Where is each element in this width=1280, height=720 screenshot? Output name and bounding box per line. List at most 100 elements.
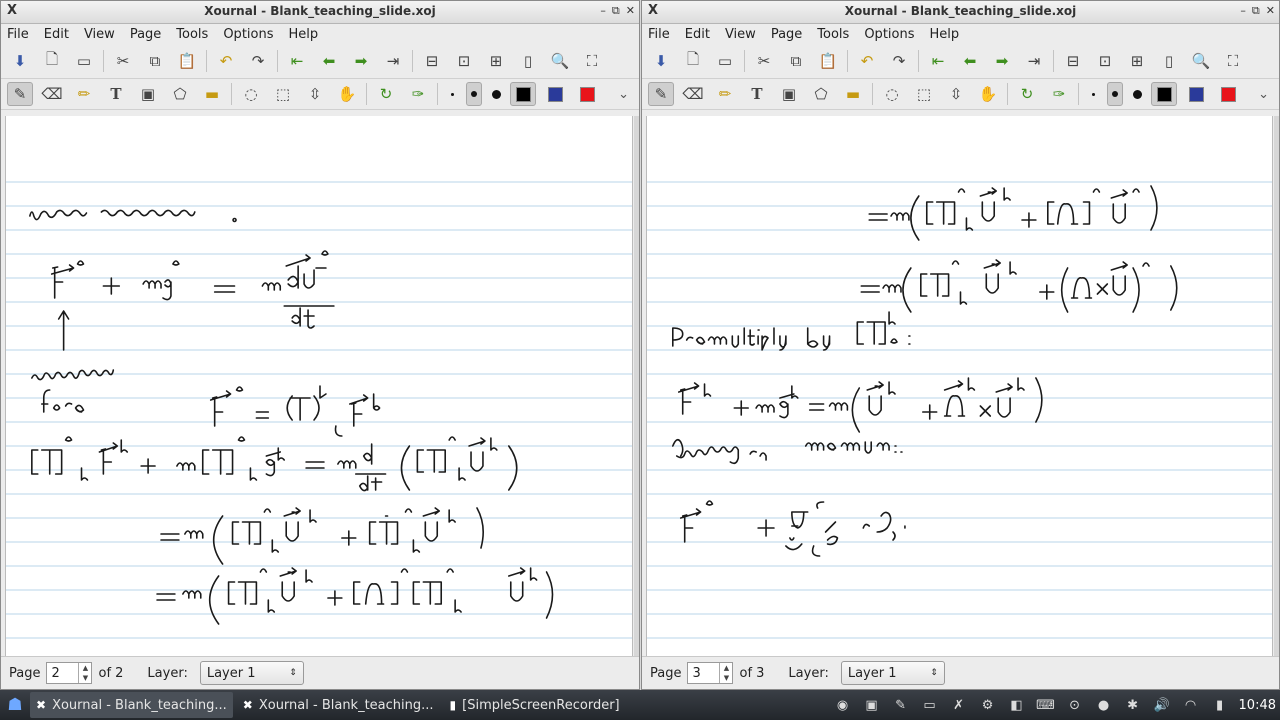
zoom-in-icon[interactable]: ⊞: [1124, 49, 1150, 73]
task-screen-recorder[interactable]: ▮ [SimpleScreenRecorder]: [444, 692, 626, 718]
undo-icon[interactable]: ↶: [854, 49, 880, 73]
page-number-field[interactable]: 2: [51, 666, 59, 681]
image-icon[interactable]: ▣: [135, 82, 161, 106]
medium-stroke-button[interactable]: [466, 82, 482, 106]
zoom-fit-icon[interactable]: ⊡: [1092, 49, 1118, 73]
ruler-icon[interactable]: ▬: [199, 82, 225, 106]
save-icon[interactable]: ⬇: [648, 49, 674, 73]
clipboard-icon[interactable]: ◧: [1007, 695, 1027, 715]
text-editor-icon[interactable]: ✎: [891, 695, 911, 715]
page-spinner[interactable]: 3 ▲ ▼: [687, 662, 734, 684]
last-page-icon[interactable]: ⇥: [380, 49, 406, 73]
chevron-down-icon[interactable]: ⌄: [1258, 87, 1269, 102]
zoom-fit-icon[interactable]: ⊡: [451, 49, 477, 73]
cut-icon[interactable]: ✂: [110, 49, 136, 73]
wifi-icon[interactable]: ◠: [1181, 695, 1201, 715]
fullscreen-icon[interactable]: ⛶: [579, 49, 605, 73]
undo-icon[interactable]: ↶: [213, 49, 239, 73]
previous-page-icon[interactable]: ⬅: [957, 49, 983, 73]
page-number-field[interactable]: 3: [692, 666, 700, 681]
layer-dropdown[interactable]: Layer 1 ⇕: [840, 661, 945, 685]
pen-icon[interactable]: ✎: [7, 82, 33, 106]
menu-options[interactable]: Options: [223, 27, 273, 42]
battery-icon[interactable]: ▮: [1210, 695, 1230, 715]
shape-recognizer-icon[interactable]: ⬠: [167, 82, 193, 106]
clock-applet-icon[interactable]: ⊙: [1065, 695, 1085, 715]
paste-icon[interactable]: 📋: [815, 49, 841, 73]
chevron-down-icon[interactable]: ⌄: [618, 87, 629, 102]
lasso-select-icon[interactable]: ◌: [879, 82, 905, 106]
first-page-icon[interactable]: ⇤: [284, 49, 310, 73]
chrome-icon[interactable]: ◉: [833, 695, 853, 715]
hand-tool-icon[interactable]: ✋: [334, 82, 360, 106]
open-folder-icon[interactable]: ▭: [71, 49, 97, 73]
color-black-button[interactable]: [1151, 82, 1177, 106]
zoom-out-icon[interactable]: ⊟: [1060, 49, 1086, 73]
settings-icon[interactable]: ⚙: [978, 695, 998, 715]
lasso-select-icon[interactable]: ◌: [238, 82, 264, 106]
thin-stroke-button[interactable]: [444, 82, 460, 106]
menu-options[interactable]: Options: [864, 27, 914, 42]
search-icon[interactable]: 🔍: [1188, 49, 1214, 73]
menu-file[interactable]: File: [7, 27, 29, 42]
text-icon[interactable]: T: [103, 82, 129, 106]
zoom-100-icon[interactable]: ▯: [515, 49, 541, 73]
vertical-scrollbar[interactable]: [634, 116, 639, 656]
zoom-100-icon[interactable]: ▯: [1156, 49, 1182, 73]
menu-tools[interactable]: Tools: [176, 27, 208, 42]
menu-view[interactable]: View: [725, 27, 756, 42]
redo-icon[interactable]: ↷: [245, 49, 271, 73]
spinner-arrows-icon[interactable]: ▲ ▼: [719, 663, 732, 683]
shape-recognizer-icon[interactable]: ⬠: [808, 82, 834, 106]
next-page-icon[interactable]: ➡: [989, 49, 1015, 73]
recorder-tray-icon[interactable]: ●: [1094, 695, 1114, 715]
color-blue-button[interactable]: [542, 82, 568, 106]
vertical-scrollbar[interactable]: [1274, 116, 1279, 656]
menu-file[interactable]: File: [648, 27, 670, 42]
keyboard-icon[interactable]: ⌨: [1036, 695, 1056, 715]
default-pen-icon[interactable]: ↻: [1014, 82, 1040, 106]
default-highlighter-icon[interactable]: ✑: [405, 82, 431, 106]
new-page-icon[interactable]: 🗋: [680, 49, 706, 73]
save-icon[interactable]: ⬇: [7, 49, 33, 73]
minimize-button[interactable]: –: [1240, 4, 1246, 18]
hand-tool-icon[interactable]: ✋: [975, 82, 1001, 106]
menu-edit[interactable]: Edit: [685, 27, 710, 42]
image-icon[interactable]: ▣: [776, 82, 802, 106]
spinner-arrows-icon[interactable]: ▲ ▼: [78, 663, 91, 683]
eraser-icon[interactable]: ⌫: [680, 82, 706, 106]
cut-icon[interactable]: ✂: [751, 49, 777, 73]
next-page-icon[interactable]: ➡: [348, 49, 374, 73]
menu-page[interactable]: Page: [130, 27, 161, 42]
search-icon[interactable]: 🔍: [547, 49, 573, 73]
zoom-out-icon[interactable]: ⊟: [419, 49, 445, 73]
close-button[interactable]: ✕: [626, 4, 635, 18]
color-black-button[interactable]: [510, 82, 536, 106]
ruler-icon[interactable]: ▬: [840, 82, 866, 106]
start-menu-icon[interactable]: ☗: [0, 690, 30, 720]
task-xournal-1[interactable]: ✖ Xournal - Blank_teaching...: [30, 692, 233, 718]
copy-icon[interactable]: ⧉: [783, 49, 809, 73]
menu-help[interactable]: Help: [930, 27, 960, 42]
layer-dropdown[interactable]: Layer 1 ⇕: [199, 661, 304, 685]
task-xournal-2[interactable]: ✖ Xournal - Blank_teaching...: [237, 692, 440, 718]
thick-stroke-button[interactable]: [488, 82, 504, 106]
menu-tools[interactable]: Tools: [817, 27, 849, 42]
open-folder-icon[interactable]: ▭: [712, 49, 738, 73]
menu-page[interactable]: Page: [771, 27, 802, 42]
medium-stroke-button[interactable]: [1107, 82, 1123, 106]
vertical-space-icon[interactable]: ⇳: [302, 82, 328, 106]
color-red-button[interactable]: [574, 82, 600, 106]
color-red-button[interactable]: [1215, 82, 1241, 106]
clock[interactable]: 10:48: [1239, 698, 1276, 713]
volume-icon[interactable]: 🔊: [1152, 695, 1172, 715]
thick-stroke-button[interactable]: [1129, 82, 1145, 106]
last-page-icon[interactable]: ⇥: [1021, 49, 1047, 73]
paste-icon[interactable]: 📋: [174, 49, 200, 73]
zoom-in-icon[interactable]: ⊞: [483, 49, 509, 73]
color-blue-button[interactable]: [1183, 82, 1209, 106]
rect-select-icon[interactable]: ⬚: [911, 82, 937, 106]
copy-icon[interactable]: ⧉: [142, 49, 168, 73]
thin-stroke-button[interactable]: [1085, 82, 1101, 106]
page-spinner[interactable]: 2 ▲ ▼: [46, 662, 93, 684]
